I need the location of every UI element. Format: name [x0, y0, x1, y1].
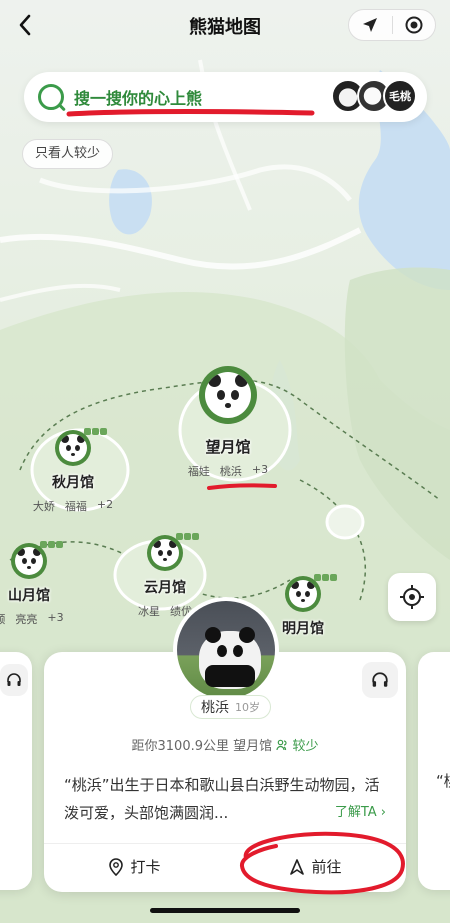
panda-pin	[55, 430, 91, 466]
hall-name: 明月馆	[282, 621, 324, 637]
panda-name: 桃浜	[201, 700, 229, 716]
hall-name: 秋月馆	[52, 475, 94, 491]
panda-tag: 福福	[64, 500, 87, 513]
panda-tag: 桃浜	[219, 465, 242, 478]
go-label: 前往	[311, 858, 342, 876]
more-count: +3	[251, 463, 269, 476]
crosshair-icon	[400, 585, 424, 609]
location-pin-icon	[109, 857, 124, 876]
panda-tag: 福娃	[187, 465, 210, 478]
location-button[interactable]	[349, 10, 392, 40]
panda-face-icon	[59, 434, 87, 462]
panda-pin	[11, 543, 47, 579]
navigate-arrow-icon	[290, 858, 305, 875]
go-button[interactable]: 前往	[225, 844, 406, 889]
panda-age: 10岁	[235, 701, 260, 714]
distance-text: 距你3100.9公里	[131, 739, 230, 754]
panda-ear	[205, 627, 221, 643]
search-icon	[38, 84, 64, 110]
people-icon	[276, 739, 287, 751]
panda-ear	[239, 627, 255, 643]
panda-photo[interactable]	[173, 597, 279, 703]
headphones-icon	[7, 673, 21, 686]
mini-program-capsule	[348, 9, 436, 41]
locate-button[interactable]	[388, 573, 436, 621]
crowd-level: 较少	[276, 739, 318, 754]
panda-pin	[285, 576, 321, 612]
hall-name: 望月馆	[205, 438, 251, 456]
panda-face-icon	[15, 547, 43, 575]
panda-tag: 顺	[0, 611, 5, 627]
next-panda-card[interactable]: “桃	[418, 652, 450, 890]
panda-legs	[205, 665, 255, 687]
panda-eye	[217, 645, 227, 657]
panda-location-info: 距你3100.9公里 望月馆 较少	[44, 735, 406, 754]
facility-icons	[84, 428, 107, 435]
facility-icons	[176, 533, 199, 540]
panda-face-icon	[205, 372, 251, 418]
card-actions: 打卡 前往	[44, 843, 406, 889]
navigation-arrow-icon	[363, 18, 378, 32]
hall-name: 山月馆	[8, 588, 50, 604]
panda-name-pill: 桃浜 10岁	[190, 695, 271, 719]
target-icon	[405, 16, 423, 34]
headphones-icon	[372, 672, 388, 687]
hall-panda-tags: 福娃 桃浜 +3	[188, 463, 268, 479]
top-bar: 熊猫地图	[0, 0, 450, 52]
hall-text: 望月馆	[233, 739, 273, 754]
panda-face-icon	[151, 539, 179, 567]
chevron-left-icon	[19, 14, 31, 36]
panda-pin	[199, 366, 257, 424]
filter-chip[interactable]: 只看人较少	[22, 139, 114, 169]
next-card-text: “桃	[436, 772, 450, 790]
panda-tag: 冰星	[138, 605, 160, 618]
avatar-group[interactable]: 毛桃	[331, 79, 417, 115]
checkin-button[interactable]: 打卡	[44, 844, 225, 889]
panda-pin	[147, 535, 183, 571]
search-bar[interactable]: 搜一搜你的心上熊 毛桃	[24, 72, 427, 122]
hall-marker-wangyue[interactable]: 望月馆 福娃 桃浜 +3	[178, 366, 278, 479]
hall-marker-qiuyue[interactable]: 秋月馆 大娇 福福 +2	[28, 428, 118, 514]
facility-icons	[314, 574, 337, 581]
panda-face-icon	[289, 580, 317, 608]
close-miniprogram-button[interactable]	[393, 10, 436, 40]
learn-more-link[interactable]: 了解TA ›	[335, 801, 386, 820]
audio-button[interactable]	[0, 664, 28, 696]
hall-panda-tags: 顺 亮亮 +3	[0, 611, 64, 627]
panda-tag: 大娇	[32, 500, 55, 513]
back-button[interactable]	[10, 10, 40, 40]
hall-name: 云月馆	[144, 580, 186, 596]
search-placeholder: 搜一搜你的心上熊	[74, 89, 203, 108]
facility-icons	[40, 541, 63, 548]
more-count: +2	[96, 498, 114, 511]
hall-marker-shanyue[interactable]: 山月馆 顺 亮亮 +3	[0, 541, 74, 627]
crowd-level-text: 较少	[292, 739, 319, 754]
checkin-label: 打卡	[130, 858, 161, 876]
audio-button[interactable]	[362, 662, 398, 698]
panda-tag: 亮亮	[15, 613, 38, 626]
more-count: +3	[47, 611, 64, 624]
panda-eye	[233, 645, 243, 657]
hall-panda-tags: 大娇 福福 +2	[33, 498, 113, 514]
prev-panda-card[interactable]	[0, 652, 32, 890]
home-indicator	[150, 908, 300, 913]
panda-avatar-label: 毛桃	[383, 79, 417, 113]
